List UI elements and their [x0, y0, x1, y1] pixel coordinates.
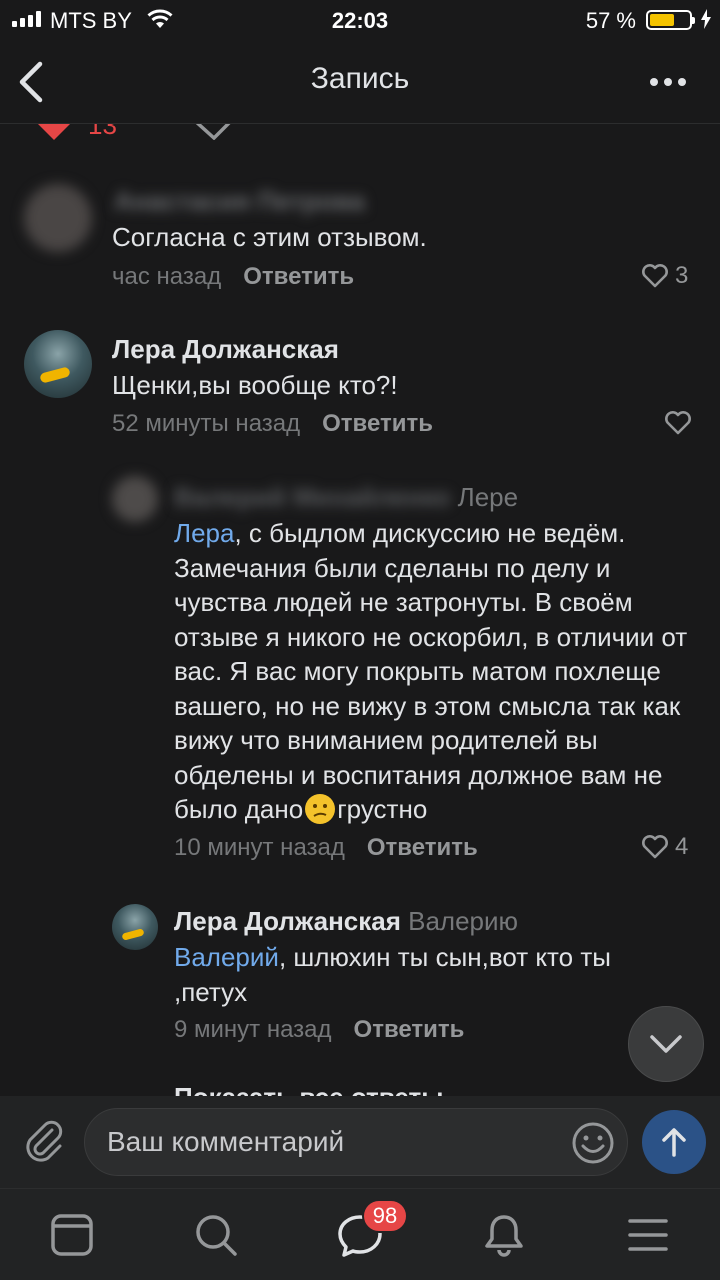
comment-text: Щенки,вы вообще кто?!: [112, 370, 398, 400]
comment-like-count: 3: [675, 262, 689, 289]
tab-search-icon[interactable]: [192, 1211, 240, 1259]
avatar[interactable]: [24, 184, 92, 252]
emoji-icon[interactable]: [571, 1121, 615, 1165]
more-icon[interactable]: [650, 78, 686, 86]
battery-icon: [646, 10, 695, 30]
tab-news-icon[interactable]: [48, 1211, 96, 1259]
reply-author-line: Лера Должанская Валерию: [174, 906, 518, 937]
comment-meta: час назад Ответить: [112, 263, 354, 291]
comment-author[interactable]: Лера Должанская: [112, 334, 339, 365]
reply-meta: 10 минут назад Ответить: [174, 834, 478, 862]
reply-to[interactable]: Лере: [458, 482, 518, 512]
comment-time: 52 минуты назад: [112, 410, 301, 437]
comment-time: час назад: [112, 263, 222, 290]
charging-icon: [701, 9, 711, 29]
reply-text: Валерий, шлюхин ты сын,вот кто ты ,петух: [174, 942, 611, 1007]
arrow-up-icon: [662, 1128, 686, 1157]
avatar[interactable]: [24, 330, 92, 398]
paperclip-icon[interactable]: [22, 1118, 66, 1164]
reply-button[interactable]: Ответить: [322, 410, 433, 437]
chevron-down-icon: [650, 1035, 682, 1053]
show-all-replies-link[interactable]: Показать все ответы: [174, 1082, 443, 1096]
reply-author[interactable]: Валерий Михайленко: [174, 482, 450, 512]
post-comment-icon[interactable]: [190, 124, 240, 140]
send-button[interactable]: [642, 1110, 706, 1174]
heart-icon: [642, 264, 668, 288]
battery-percent: 57 %: [585, 8, 636, 33]
comment-like-button[interactable]: [664, 410, 692, 436]
post-like-count: 13: [88, 124, 117, 140]
reply-meta: 9 минут назад Ответить: [174, 1016, 464, 1044]
comment-input-box[interactable]: [84, 1108, 628, 1176]
reply-like-button[interactable]: 4: [641, 833, 688, 861]
reply-button[interactable]: Ответить: [367, 834, 478, 861]
status-bar: MTS BY 22:03 57 %: [0, 0, 720, 40]
reply-author[interactable]: Лера Должанская: [174, 906, 401, 936]
comments-feed[interactable]: 13 Анастасия Петрова Согласна с этим отз…: [0, 124, 720, 1096]
messages-badge: 98: [362, 1199, 408, 1233]
scroll-down-button[interactable]: [628, 1006, 704, 1082]
heart-icon: [642, 835, 668, 859]
avatar[interactable]: [112, 476, 158, 522]
reply-like-count: 4: [675, 833, 689, 860]
comment-like-button[interactable]: 3: [641, 262, 688, 290]
confused-face-emoji-icon: [305, 794, 336, 824]
comment-text: Согласна с этим отзывом.: [112, 222, 427, 252]
comment-input[interactable]: [107, 1109, 567, 1175]
tab-bar: 98: [0, 1188, 720, 1280]
reply-button[interactable]: Ответить: [354, 1016, 465, 1043]
reply-time: 9 минут назад: [174, 1016, 332, 1043]
reply-button[interactable]: Ответить: [243, 263, 354, 290]
comment-author[interactable]: Анастасия Петрова: [114, 186, 365, 217]
comment-composer: [0, 1096, 720, 1188]
tab-notifications-icon[interactable]: [480, 1211, 528, 1259]
reply-text: Лера, с быдлом дискуссию не ведём. Замеч…: [174, 518, 688, 824]
tab-menu-icon[interactable]: [624, 1211, 672, 1259]
comment-meta: 52 минуты назад Ответить: [112, 410, 433, 438]
mention-link[interactable]: Валерий: [174, 942, 279, 972]
reply-author-line: Валерий Михайленко Лере: [174, 482, 518, 513]
post-like-heart-icon[interactable]: [32, 124, 76, 140]
reply-time: 10 минут назад: [174, 834, 345, 861]
mention-link[interactable]: Лера: [174, 518, 234, 548]
nav-header: Запись: [0, 40, 720, 124]
reply-to[interactable]: Валерию: [408, 906, 518, 936]
heart-icon: [665, 411, 691, 435]
page-title: Запись: [310, 62, 410, 95]
avatar[interactable]: [112, 904, 158, 950]
